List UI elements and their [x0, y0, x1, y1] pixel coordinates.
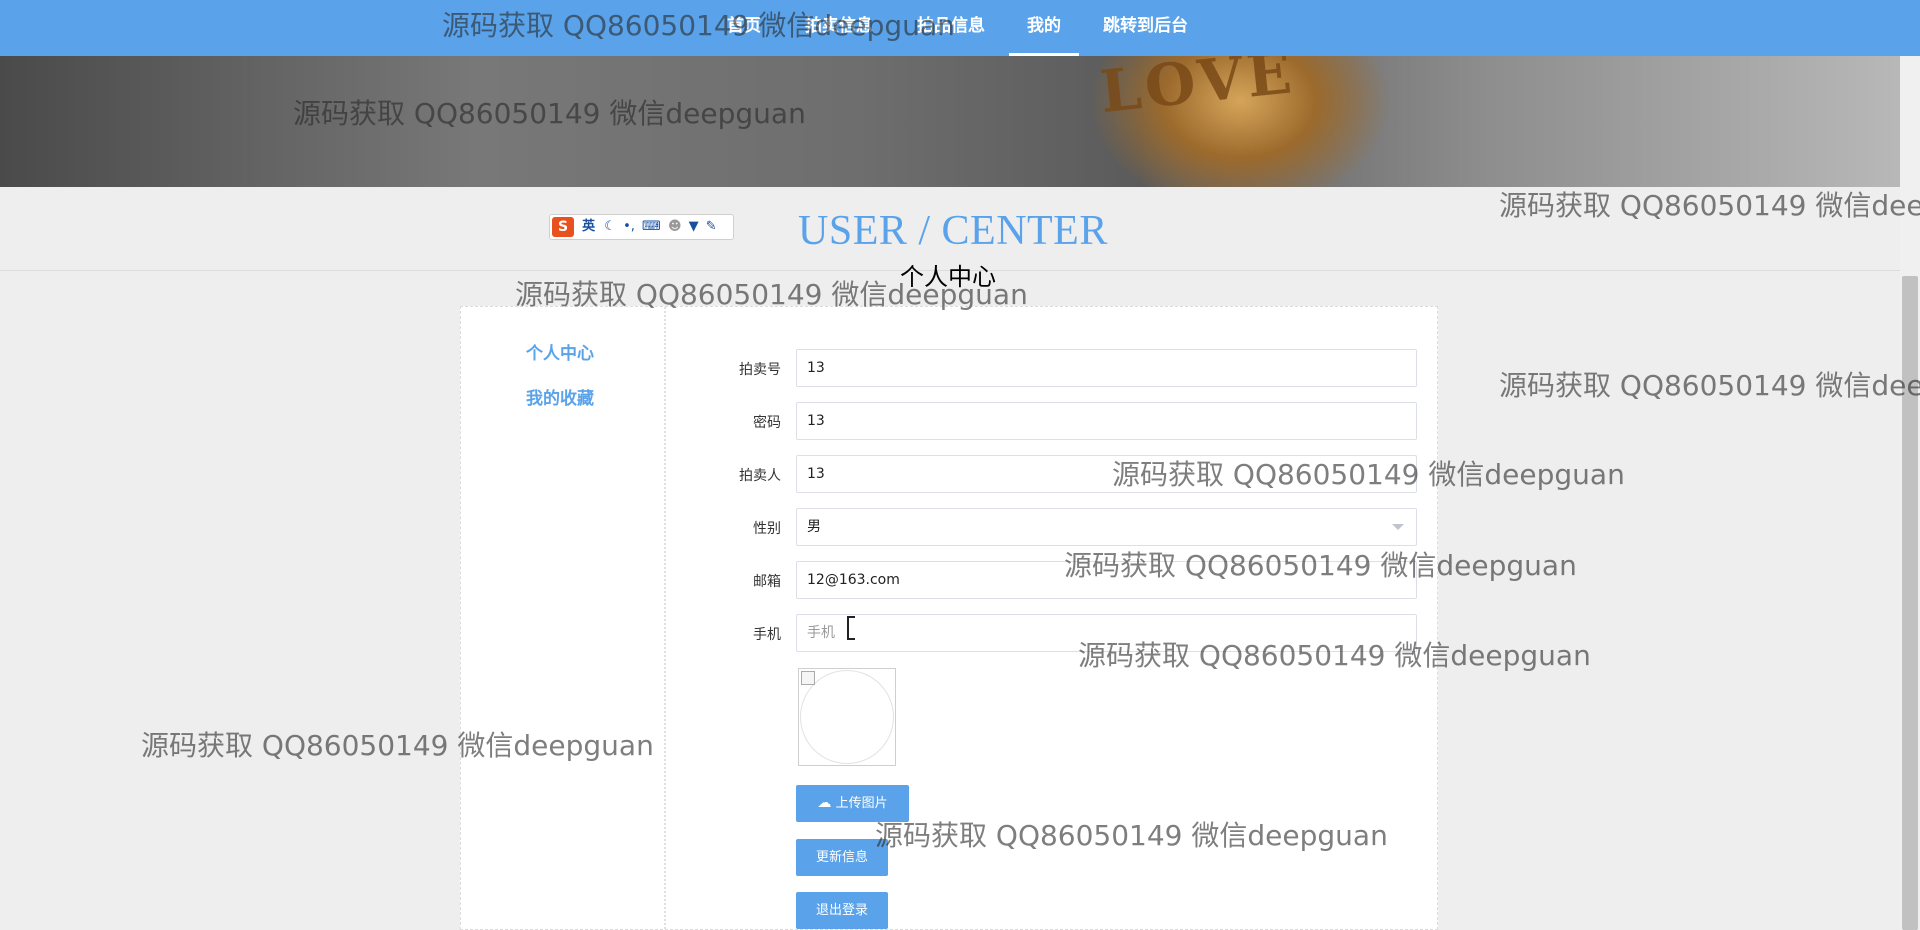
punctuation-icon[interactable]: •, — [623, 219, 635, 234]
auctioneer-input[interactable]: 13 — [796, 455, 1417, 493]
nav-auction-info[interactable]: 拍卖信息 — [805, 0, 873, 56]
page-header: S 英 ☾ •, ⌨ ☻ ▼ ✎ USER / CENTER 个人中心 — [0, 187, 1900, 291]
nav-mine[interactable]: 我的 — [1009, 0, 1079, 56]
nav-lot-info[interactable]: 拍品信息 — [917, 0, 985, 56]
logout-button[interactable]: 退出登录 — [796, 892, 888, 929]
banner-love-text: LOVE — [1096, 56, 1299, 127]
phone-label: 手机 — [753, 627, 781, 643]
scrollbar-thumb[interactable] — [1902, 276, 1918, 930]
upload-image-button[interactable]: ☁ 上传图片 — [796, 785, 909, 822]
password-input[interactable]: 13 — [796, 402, 1417, 440]
gender-select[interactable]: 男 — [796, 508, 1417, 546]
keyboard-icon[interactable]: ⌨ — [642, 219, 661, 234]
chevron-down-icon — [1392, 524, 1404, 530]
form-row-gender: 性别 男 — [461, 508, 1439, 546]
ime-toolbar[interactable]: S 英 ☾ •, ⌨ ☻ ▼ ✎ — [549, 214, 734, 240]
top-nav: 首页 拍卖信息 拍品信息 我的 跳转到后台 — [0, 0, 1920, 56]
form-row-phone: 手机 手机 — [461, 614, 1439, 652]
banner-image: LOVE — [0, 56, 1900, 187]
sogou-logo-icon: S — [552, 217, 574, 237]
ime-mode-label[interactable]: 英 — [582, 219, 595, 234]
gender-label: 性别 — [753, 521, 781, 537]
user-center-panel: 个人中心 我的收藏 拍卖号 13 密码 13 拍卖人 13 性别 男 邮箱 12… — [460, 306, 1438, 930]
text-cursor-icon — [847, 616, 855, 640]
email-input[interactable]: 12@163.com — [796, 561, 1417, 599]
update-info-button[interactable]: 更新信息 — [796, 839, 888, 876]
form-row-email: 邮箱 12@163.com — [461, 561, 1439, 599]
password-label: 密码 — [753, 415, 781, 431]
moon-icon[interactable]: ☾ — [604, 219, 616, 234]
nav-admin[interactable]: 跳转到后台 — [1103, 0, 1188, 56]
page-scrollbar[interactable] — [1900, 56, 1920, 930]
user-icon[interactable]: ☻ — [668, 219, 682, 234]
nav-home[interactable]: 首页 — [727, 0, 761, 56]
gender-select-value: 男 — [807, 519, 821, 535]
form-row-auction-number: 拍卖号 13 — [461, 349, 1439, 387]
email-label: 邮箱 — [753, 574, 781, 590]
form-row-password: 密码 13 — [461, 402, 1439, 440]
watermark: 源码获取 QQ86050149 微信deepguan — [1499, 369, 1920, 402]
broken-image-icon — [801, 671, 815, 685]
auctioneer-label: 拍卖人 — [739, 468, 781, 484]
auction-number-input[interactable]: 13 — [796, 349, 1417, 387]
cloud-upload-icon: ☁ — [817, 795, 832, 811]
wrench-icon[interactable]: ✎ — [706, 219, 717, 234]
upload-image-label: 上传图片 — [835, 796, 888, 811]
page-title-zh: 个人中心 — [900, 263, 996, 291]
phone-input[interactable]: 手机 — [796, 614, 1417, 652]
page-title-en: USER / CENTER — [798, 208, 1108, 254]
shirt-icon[interactable]: ▼ — [689, 219, 699, 234]
avatar-preview — [798, 668, 896, 766]
auction-number-label: 拍卖号 — [739, 362, 781, 378]
form-row-auctioneer: 拍卖人 13 — [461, 455, 1439, 493]
